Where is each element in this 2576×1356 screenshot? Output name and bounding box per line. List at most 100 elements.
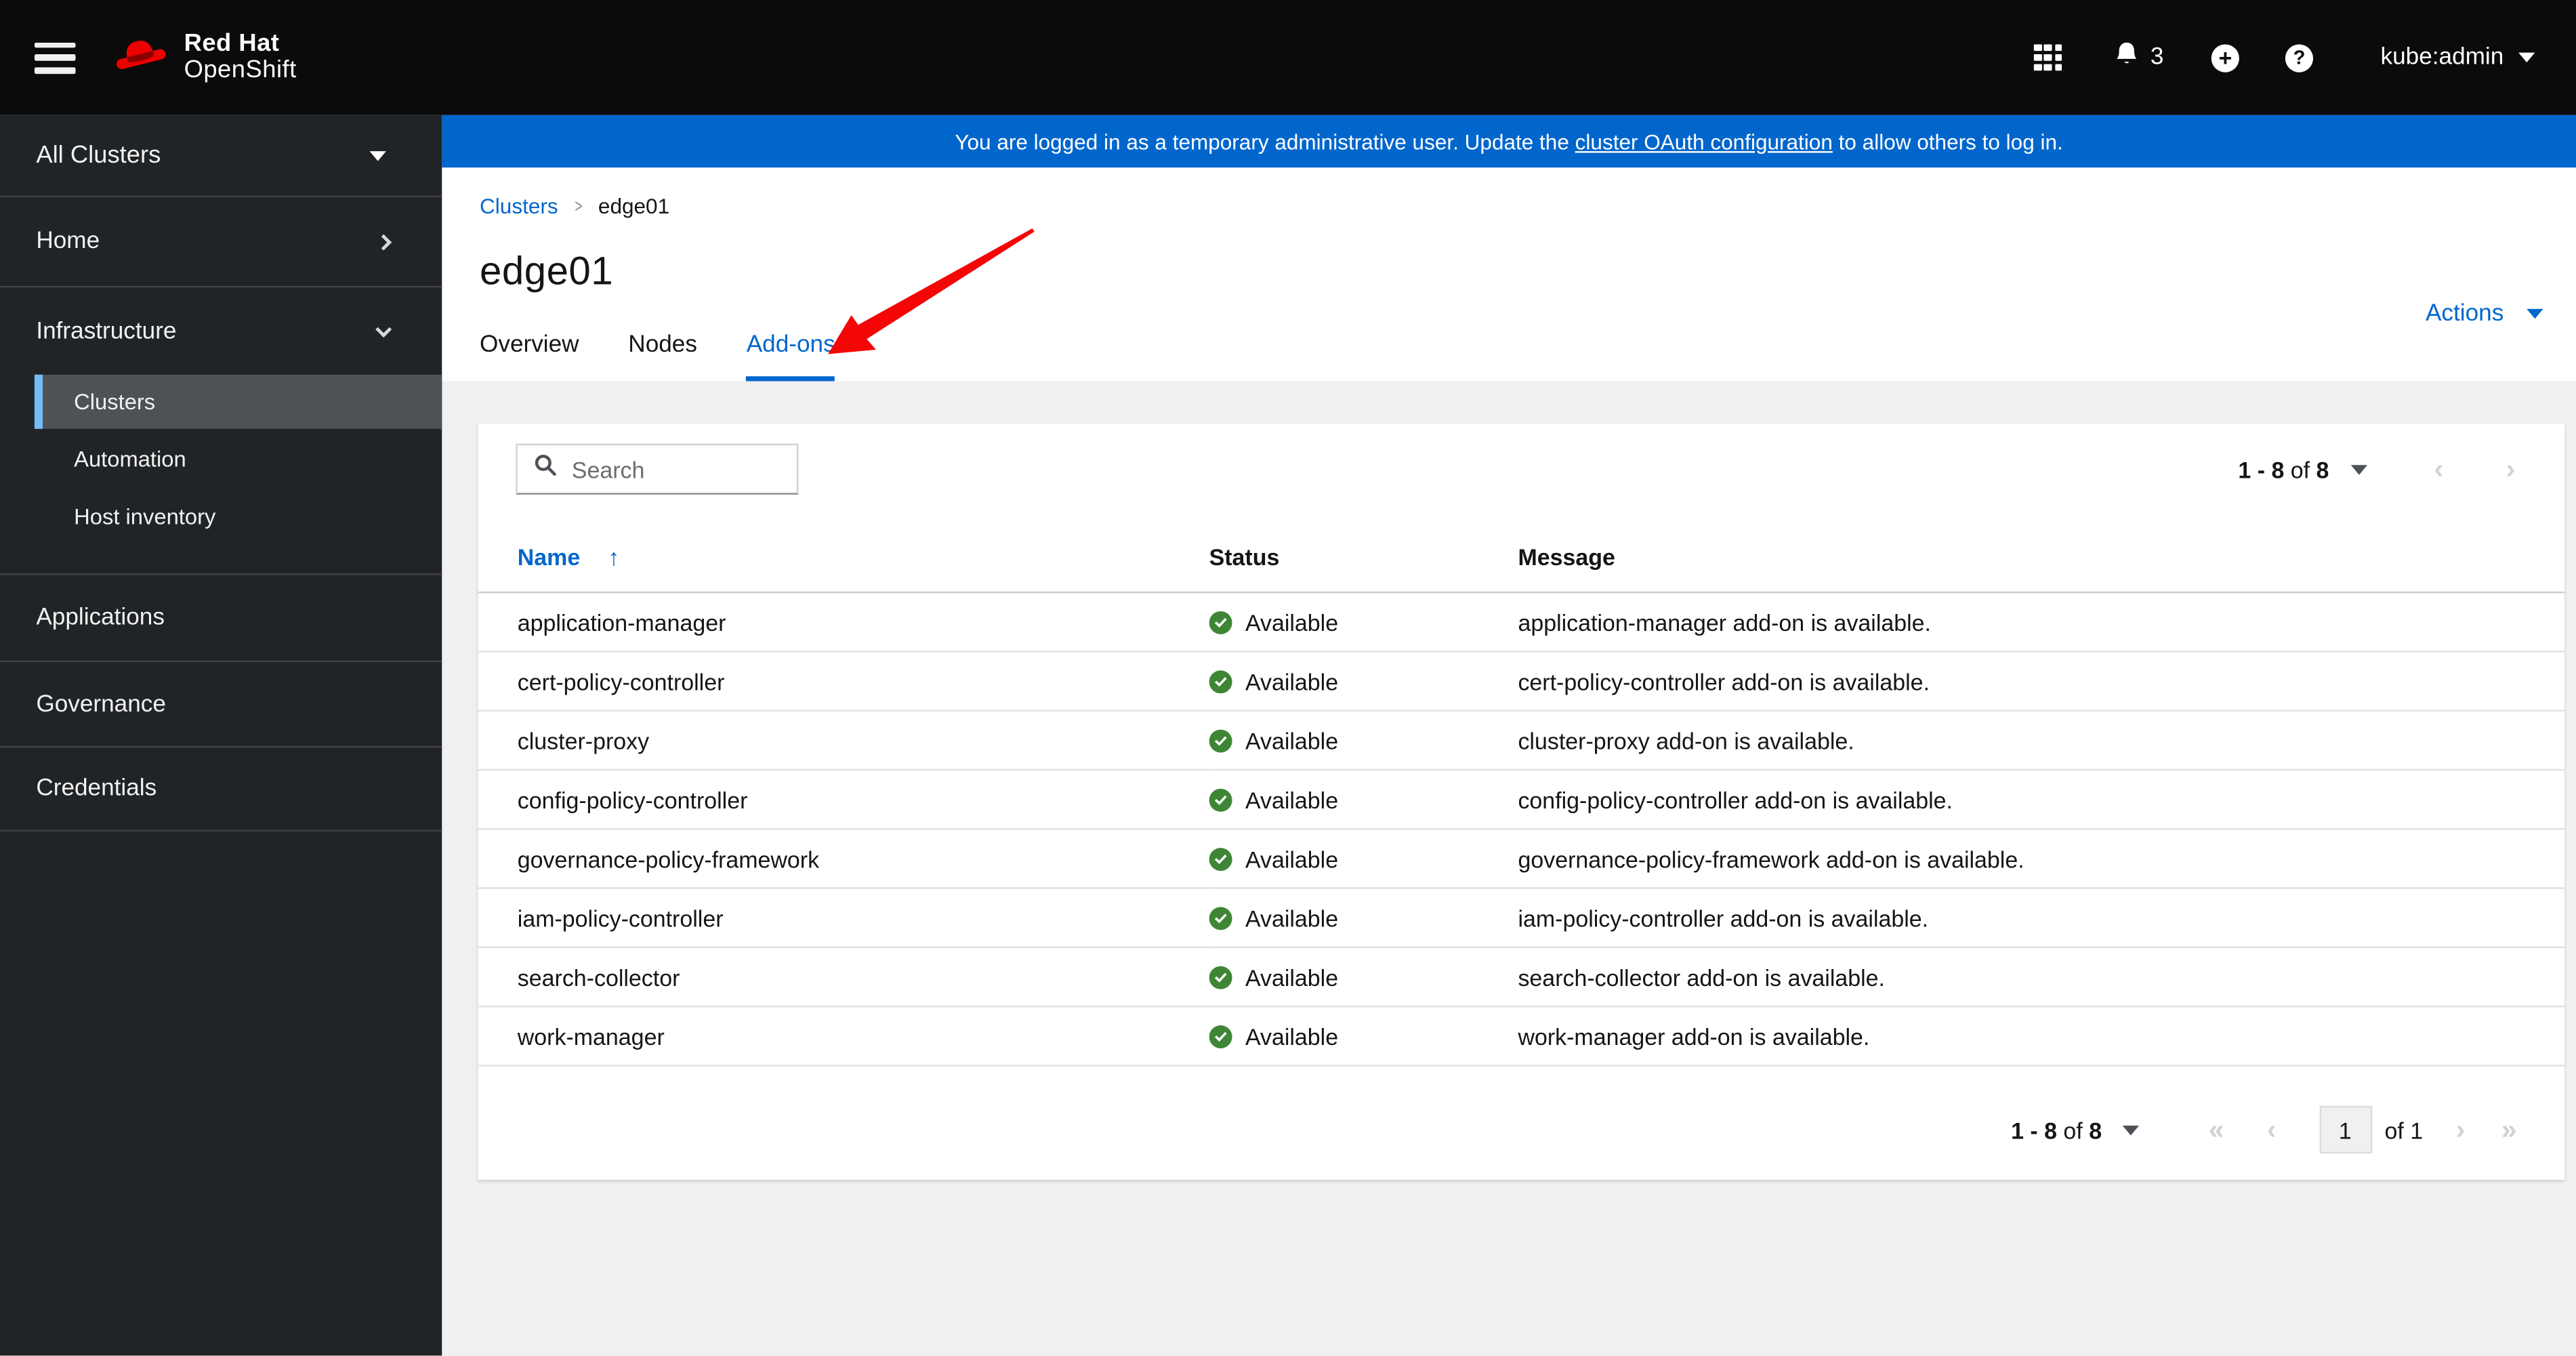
nav-toggle-hamburger-icon[interactable] [34,41,76,73]
status-badge: Available [1209,964,1518,990]
pagination-top: 1 - 8 of 8 ‹ › [2238,455,2515,483]
table-row: config-policy-controller Available confi… [478,769,2565,830]
check-circle-icon [1209,610,1232,634]
add-ons-card: 1 - 8 of 8 ‹ › Name↑ Status Message [478,424,2565,1180]
addon-name: iam-policy-controller [478,888,1209,949]
banner-text: You are logged in as a temporary adminis… [955,129,2063,154]
tab-overview[interactable]: Overview [480,332,579,382]
table-row: cluster-proxy Available cluster-proxy ad… [478,710,2565,771]
content-area: 1 - 8 of 8 ‹ › Name↑ Status Message [442,381,2576,1356]
table-row: iam-policy-controller Available iam-poli… [478,888,2565,949]
masthead: Red Hat OpenShift 3 + ? kube:admin [0,0,2576,115]
status-badge: Available [1209,668,1518,694]
addon-message: cluster-proxy add-on is available. [1518,710,2565,771]
cluster-selector-label: All Clusters [36,141,161,169]
tab-bar: Overview Nodes Add-ons [480,332,835,382]
user-menu-dropdown[interactable]: kube:admin [2381,44,2535,70]
sidebar-item-home[interactable]: Home [0,197,442,288]
last-page-chevrons-icon[interactable]: » [2501,1115,2517,1143]
check-circle-icon [1209,846,1232,870]
column-header-name[interactable]: Name ↑ [478,529,1209,594]
check-circle-icon [1209,728,1232,752]
sidebar-item-label: Applications [36,604,165,632]
sort-ascending-icon[interactable]: ↑ [608,544,619,571]
addon-name: search-collector [478,947,1209,1008]
search-icon [534,453,557,485]
addon-name: application-manager [478,592,1209,653]
table-row: search-collector Available search-collec… [478,947,2565,1008]
addon-message: work-manager add-on is available. [1518,1006,2565,1067]
masthead-right: 3 + ? kube:admin [2034,39,2535,75]
tab-add-ons[interactable]: Add-ons [746,332,835,382]
redhat-fedora-icon [110,31,169,84]
breadcrumb-clusters-link[interactable]: Clusters [480,194,558,218]
tab-nodes[interactable]: Nodes [628,332,697,382]
brand-line2: OpenShift [184,56,297,84]
user-menu-label: kube:admin [2380,44,2504,71]
help-question-icon[interactable]: ? [2285,43,2314,72]
page-header: Clusters > edge01 edge01 Actions Overvie… [442,167,2576,382]
check-circle-icon [1209,965,1232,989]
status-badge: Available [1209,609,1518,635]
addon-name: config-policy-controller [478,769,1209,830]
sidebar-item-label: Governance [36,691,166,718]
sidebar-item-applications[interactable]: Applications [0,575,442,663]
previous-page-chevron-icon[interactable]: ‹ [2434,455,2444,483]
check-circle-icon [1209,906,1232,930]
sidebar-nav: All Clusters Home Infrastructure Cluster… [0,115,442,1356]
app-launcher-grid-icon[interactable] [2034,43,2062,72]
status-badge: Available [1209,727,1518,754]
sidebar-item-host-inventory[interactable]: Host inventory [0,490,442,544]
first-page-chevrons-icon[interactable]: « [2209,1115,2224,1143]
sidebar-item-label: Credentials [36,775,157,802]
table-row: work-manager Available work-manager add-… [478,1006,2565,1067]
check-circle-icon [1209,670,1232,693]
addon-message: application-manager add-on is available. [1518,592,2565,653]
chevron-right-icon [375,233,392,250]
sidebar-item-governance[interactable]: Governance [0,662,442,748]
cluster-selector-dropdown[interactable]: All Clusters [0,115,442,197]
actions-label: Actions [2425,300,2504,327]
caret-down-icon [2518,52,2535,63]
column-header-status: Status [1209,529,1518,594]
sidebar-item-infrastructure[interactable]: Infrastructure [0,287,442,375]
temporary-admin-banner: You are logged in as a temporary adminis… [442,115,2576,168]
page-title: edge01 [480,249,614,295]
masthead-left: Red Hat OpenShift [0,30,297,85]
next-page-chevron-icon[interactable]: › [2456,1115,2466,1143]
table-row: application-manager Available applicatio… [478,592,2565,653]
chevron-down-icon [375,320,392,337]
add-ons-table: Name ↑ Status Message application-manager… [478,529,2565,1067]
quick-create-plus-icon[interactable]: + [2211,43,2239,72]
pagination-menu-caret-icon[interactable] [2123,1124,2140,1135]
next-page-chevron-icon[interactable]: › [2506,455,2516,483]
pagination-bottom: 1 - 8 of 8 « ‹ 1 of 1 › » [2011,1105,2517,1154]
sidebar-item-clusters[interactable]: Clusters [34,374,442,429]
status-badge: Available [1209,846,1518,871]
search-input[interactable] [571,455,777,482]
sidebar-item-label: Clusters [74,389,156,415]
status-badge: Available [1209,905,1518,931]
actions-dropdown[interactable]: Actions [2426,301,2543,327]
main-area: You are logged in as a temporary adminis… [442,115,2576,1356]
sidebar-item-credentials[interactable]: Credentials [0,747,442,831]
current-page-input[interactable]: 1 [2319,1105,2372,1154]
previous-page-chevron-icon[interactable]: ‹ [2267,1115,2277,1143]
sidebar-item-label: Home [36,228,100,255]
brand-line1: Red Hat [184,28,280,57]
brand-logo: Red Hat OpenShift [110,30,296,85]
sidebar-item-label: Infrastructure [36,318,177,344]
addon-message: search-collector add-on is available. [1518,947,2565,1008]
oauth-configuration-link[interactable]: cluster OAuth configuration [1575,129,1833,153]
openshift-console: Red Hat OpenShift 3 + ? kube:admin All C… [0,0,2576,1356]
notifications-button[interactable]: 3 [2113,39,2163,75]
addon-message: config-policy-controller add-on is avail… [1518,769,2565,830]
status-badge: Available [1209,786,1518,813]
addon-message: governance-policy-framework add-on is av… [1518,829,2565,889]
pagination-menu-caret-icon[interactable] [2350,464,2367,474]
bell-icon [2113,39,2140,75]
addon-name: governance-policy-framework [478,829,1209,889]
status-badge: Available [1209,1023,1518,1049]
sidebar-item-automation[interactable]: Automation [0,432,442,487]
breadcrumb: Clusters > edge01 [480,194,2576,218]
